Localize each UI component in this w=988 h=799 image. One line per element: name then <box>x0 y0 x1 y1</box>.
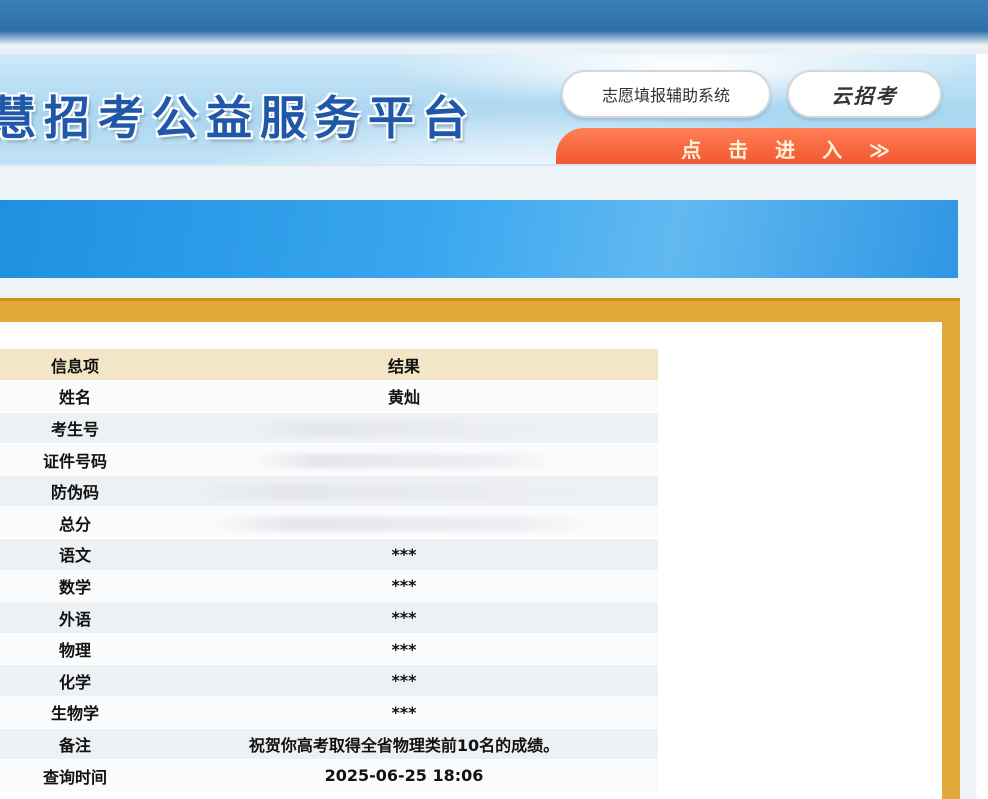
row-value: 黄灿 <box>150 380 658 413</box>
table-row: 防伪码 <box>0 475 658 508</box>
blue-band <box>0 200 958 278</box>
row-key: 总分 <box>0 506 150 540</box>
row-value: *** <box>150 633 658 666</box>
row-value-remark: 祝贺你高考取得全省物理类前10名的成绩。 <box>150 728 658 761</box>
redaction-blur <box>214 516 594 531</box>
row-key: 考生号 <box>0 412 150 445</box>
row-value: *** <box>150 664 658 698</box>
table-header-row: 信息项 结果 <box>0 349 658 382</box>
zhiyuan-system-button[interactable]: 志愿填报辅助系统 <box>561 70 771 118</box>
row-key: 查询时间 <box>0 759 150 792</box>
yun-zhaokao-logo-button[interactable]: 云招考 <box>787 70 942 118</box>
table-row: 数学 *** <box>0 570 658 603</box>
row-key: 物理 <box>0 633 150 666</box>
redaction-blur <box>254 421 554 436</box>
row-key: 数学 <box>0 570 150 603</box>
table-row: 语文 *** <box>0 538 658 571</box>
redaction-blur <box>254 453 554 468</box>
row-value-redacted <box>150 412 658 445</box>
header-key: 信息项 <box>0 349 150 382</box>
row-key: 化学 <box>0 664 150 698</box>
row-value: *** <box>150 696 658 729</box>
row-key: 防伪码 <box>0 475 150 508</box>
top-strip <box>0 0 988 44</box>
row-key: 备注 <box>0 728 150 761</box>
row-value-redacted <box>150 443 658 476</box>
row-key: 语文 <box>0 538 150 571</box>
table-row: 考生号 <box>0 412 658 445</box>
table-row: 外语 *** <box>0 601 658 634</box>
row-value-redacted <box>150 506 658 540</box>
table-row: 姓名 黄灿 <box>0 380 658 413</box>
enter-button[interactable]: 点 击 进 入 ≫ <box>556 128 976 164</box>
table-row: 化学 *** <box>0 664 658 698</box>
row-value-query-time: 2025-06-25 18:06 <box>150 759 658 792</box>
header-banner: 慧招考公益服务平台 志愿填报辅助系统 云招考 点 击 进 入 ≫ <box>0 54 976 166</box>
row-value-redacted <box>150 475 658 508</box>
table-row: 查询时间 2025-06-25 18:06 <box>0 759 658 792</box>
row-key: 生物学 <box>0 696 150 729</box>
row-key: 姓名 <box>0 380 150 413</box>
row-value: *** <box>150 601 658 634</box>
row-value: *** <box>150 538 658 571</box>
top-strip-light <box>0 44 988 54</box>
row-key: 证件号码 <box>0 443 150 476</box>
table-row: 总分 <box>0 506 658 540</box>
table-row: 物理 *** <box>0 633 658 666</box>
site-title: 慧招考公益服务平台 <box>0 91 476 145</box>
header-value: 结果 <box>150 349 658 382</box>
table-row: 生物学 *** <box>0 696 658 729</box>
table-row: 备注 祝贺你高考取得全省物理类前10名的成绩。 <box>0 728 658 761</box>
row-value: *** <box>150 570 658 603</box>
table-row: 证件号码 <box>0 443 658 476</box>
result-table: 信息项 结果 姓名 黄灿 考生号 证件号码 防伪码 总分 语文 *** 数学 *… <box>0 349 658 792</box>
redaction-blur <box>194 485 614 500</box>
row-key: 外语 <box>0 601 150 634</box>
